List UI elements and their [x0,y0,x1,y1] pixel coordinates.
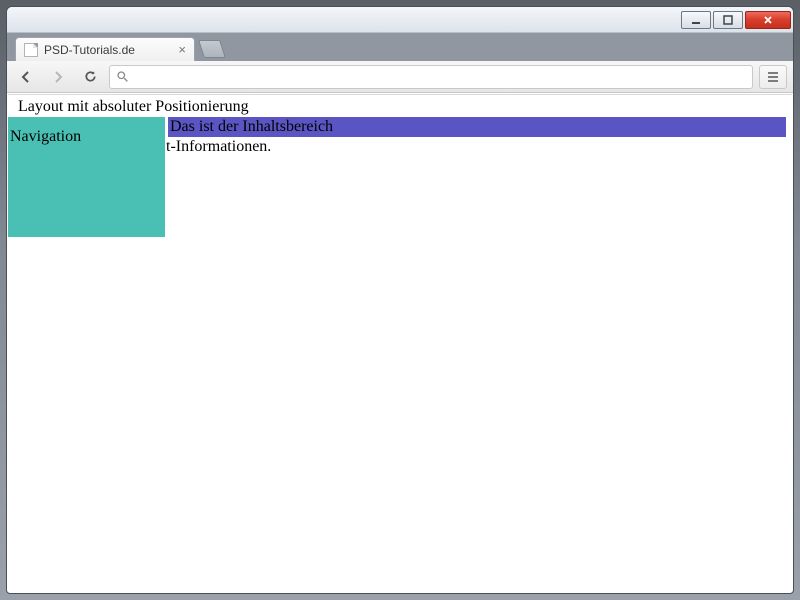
page-heading: Layout mit absoluter Positionierung [8,95,792,119]
page-viewport: Layout mit absoluter Positionierung Das … [8,94,792,592]
hamburger-icon [766,70,780,84]
window-maximize-button[interactable] [713,11,743,29]
browser-tab[interactable]: PSD-Tutorials.de × [15,37,195,61]
window-titlebar [7,7,793,33]
info-text: t-Informationen. [166,137,271,157]
tab-close-icon[interactable]: × [178,43,186,56]
search-icon [116,70,129,83]
toolbar [7,61,793,93]
page-icon [24,43,38,57]
content-area: Das ist der Inhaltsbereich [168,117,786,137]
window-close-button[interactable] [745,11,791,29]
window-minimize-button[interactable] [681,11,711,29]
navigation-label: Navigation [10,128,81,145]
address-bar[interactable] [109,65,753,89]
rendered-page: Layout mit absoluter Positionierung Das … [8,95,792,592]
navigation-box: Navigation [8,117,165,237]
tab-title: PSD-Tutorials.de [44,43,135,57]
reload-button[interactable] [77,65,103,89]
tab-strip: PSD-Tutorials.de × [7,33,793,61]
browser-window: PSD-Tutorials.de × Layout mit absoluter … [6,6,794,594]
content-area-label: Das ist der Inhaltsbereich [170,117,333,137]
new-tab-button[interactable] [198,40,226,58]
forward-button[interactable] [45,65,71,89]
back-button[interactable] [13,65,39,89]
menu-button[interactable] [759,65,787,89]
